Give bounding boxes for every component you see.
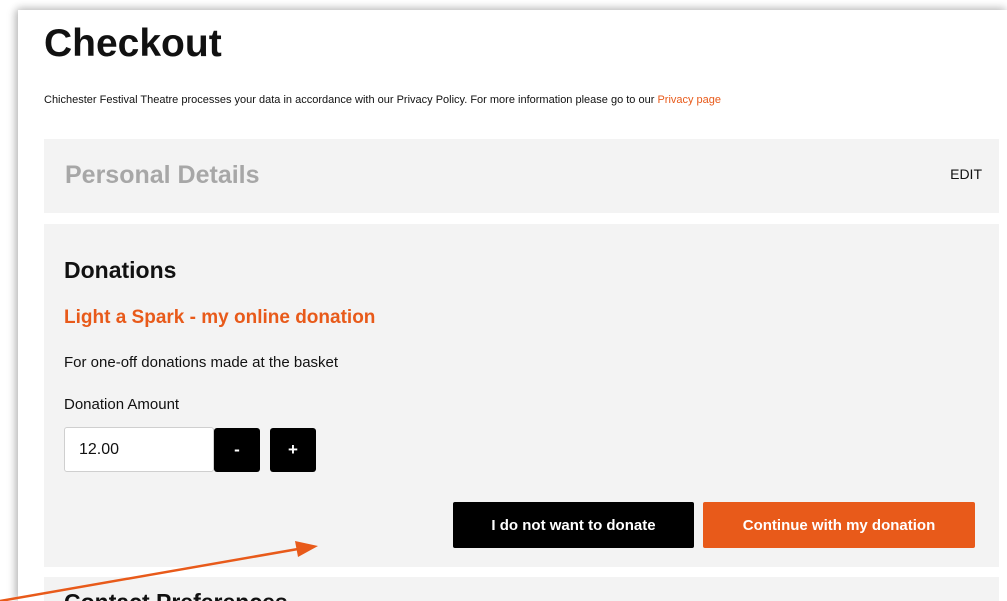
contact-preferences-panel: Contact Preferences bbox=[44, 577, 999, 601]
personal-details-heading: Personal Details bbox=[65, 161, 260, 189]
page-title: Checkout bbox=[44, 22, 222, 65]
increment-amount-button[interactable]: + bbox=[270, 428, 316, 472]
donation-amount-label: Donation Amount bbox=[64, 396, 180, 413]
decrement-amount-button[interactable]: - bbox=[214, 428, 260, 472]
continue-donation-button[interactable]: Continue with my donation bbox=[703, 502, 975, 548]
contact-preferences-heading: Contact Preferences bbox=[64, 589, 288, 601]
checkout-window: Checkout Chichester Festival Theatre pro… bbox=[18, 10, 1007, 601]
privacy-note-text: Chichester Festival Theatre processes yo… bbox=[44, 94, 658, 106]
donation-fund-description: For one-off donations made at the basket bbox=[64, 354, 339, 371]
edit-personal-details-link[interactable]: EDIT bbox=[950, 166, 982, 182]
donations-heading: Donations bbox=[64, 257, 177, 283]
privacy-page-link[interactable]: Privacy page bbox=[657, 94, 721, 106]
donation-fund-title: Light a Spark - my online donation bbox=[64, 307, 376, 328]
privacy-note: Chichester Festival Theatre processes yo… bbox=[44, 94, 721, 106]
donation-amount-input[interactable] bbox=[64, 427, 214, 472]
personal-details-panel: Personal Details EDIT bbox=[44, 139, 999, 213]
decline-donation-button[interactable]: I do not want to donate bbox=[453, 502, 694, 548]
donations-panel: Donations Light a Spark - my online dona… bbox=[44, 224, 999, 567]
